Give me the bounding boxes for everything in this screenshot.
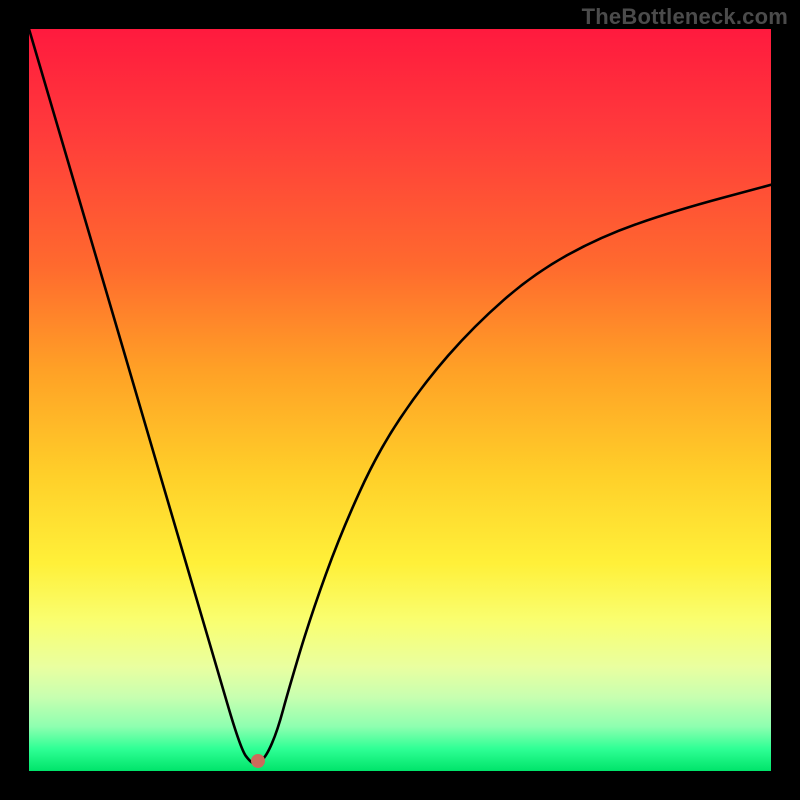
- bottleneck-curve: [29, 29, 771, 771]
- optimum-marker: [251, 754, 265, 768]
- chart-frame: TheBottleneck.com: [0, 0, 800, 800]
- watermark-text: TheBottleneck.com: [582, 4, 788, 30]
- plot-area: [29, 29, 771, 771]
